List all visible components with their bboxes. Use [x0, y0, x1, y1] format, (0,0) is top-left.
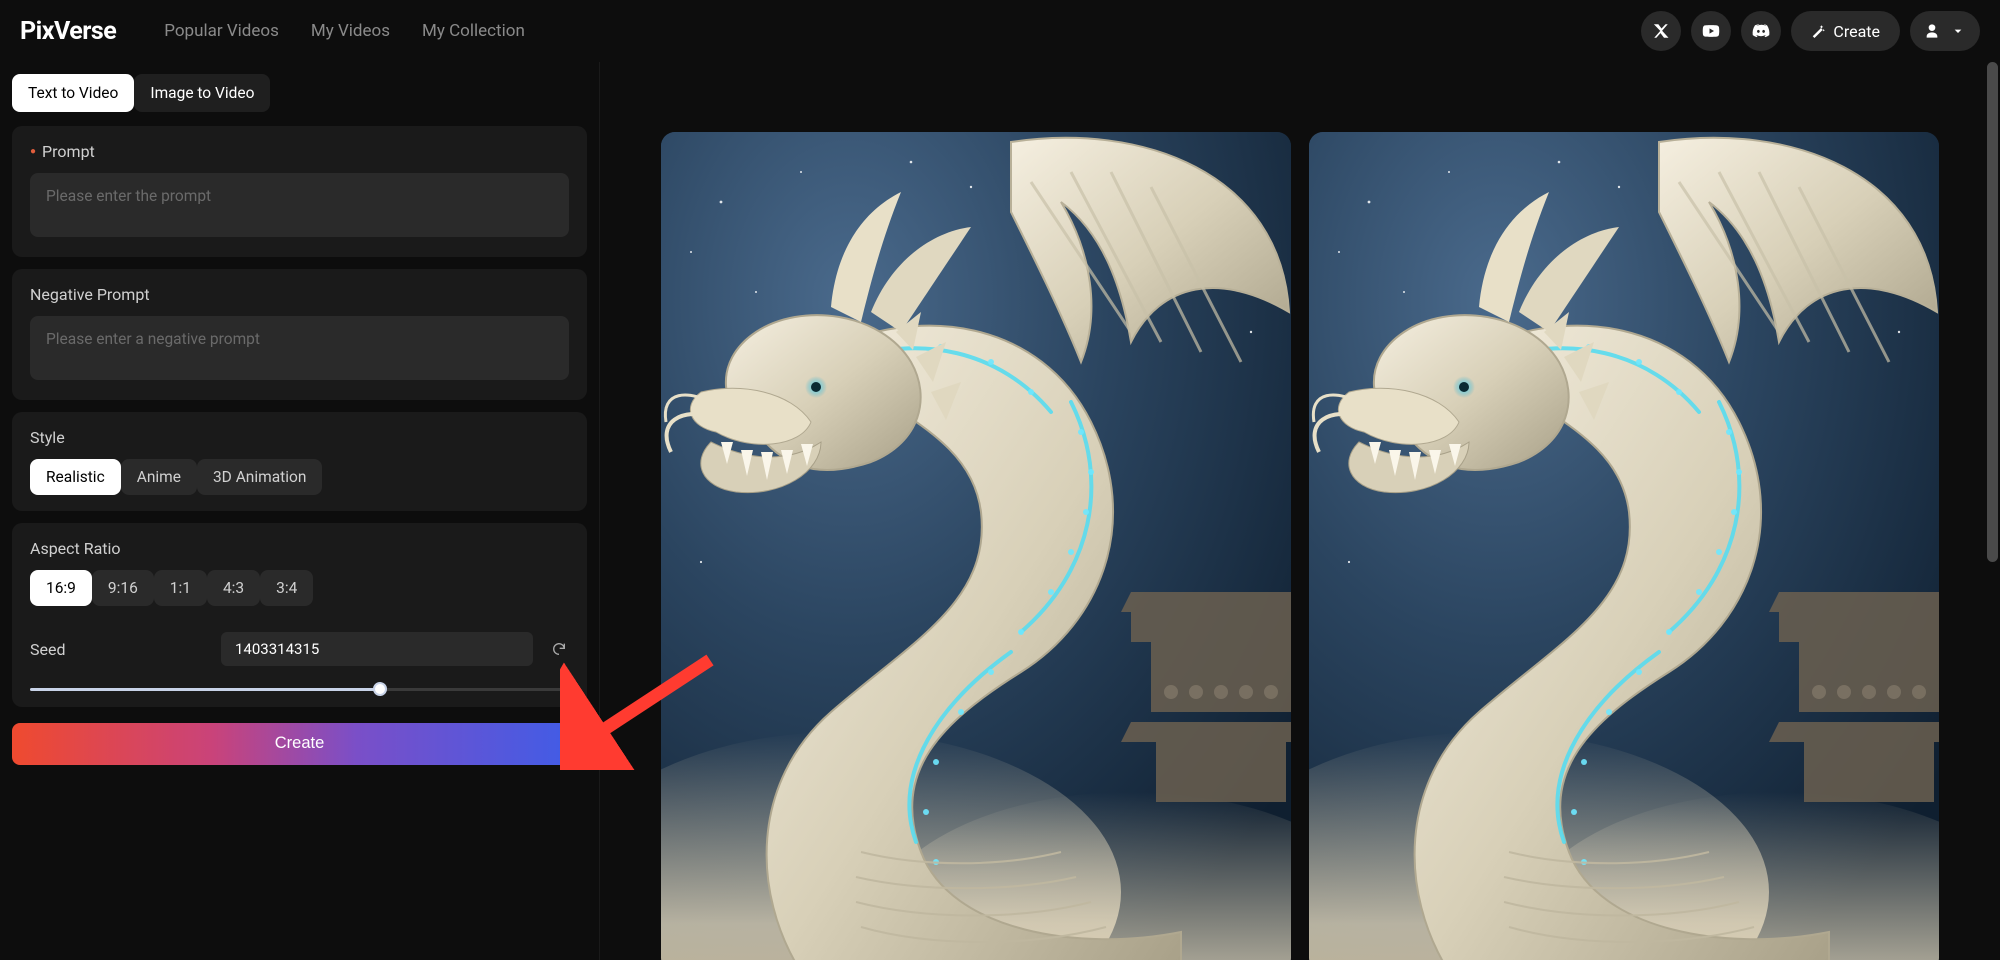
tab-image-to-video[interactable]: Image to Video	[134, 74, 270, 112]
required-indicator: ●	[30, 146, 36, 157]
seed-input[interactable]	[221, 632, 533, 666]
ratio-1-1[interactable]: 1:1	[154, 570, 207, 606]
dragon-illustration	[661, 132, 1291, 960]
negative-prompt-label: Negative Prompt	[30, 285, 569, 304]
negative-prompt-panel: Negative Prompt	[12, 269, 587, 400]
main-nav: Popular Videos My Videos My Collection	[164, 21, 525, 41]
aspect-ratio-label: Aspect Ratio	[30, 539, 569, 558]
seed-slider-thumb[interactable]	[373, 682, 387, 696]
preview-image-2[interactable]	[1309, 132, 1939, 960]
wand-icon	[1811, 24, 1825, 38]
create-button-header[interactable]: Create	[1791, 11, 1900, 51]
nav-my-collection[interactable]: My Collection	[422, 21, 525, 41]
nav-popular-videos[interactable]: Popular Videos	[164, 21, 279, 41]
style-3d-animation[interactable]: 3D Animation	[197, 459, 322, 495]
settings-sidebar: Text to Video Image to Video ● Prompt Ne…	[0, 62, 600, 960]
chevron-down-icon	[1950, 23, 1966, 39]
user-dropdown[interactable]	[1910, 11, 1980, 51]
x-twitter-icon[interactable]	[1641, 11, 1681, 51]
youtube-icon[interactable]	[1691, 11, 1731, 51]
prompt-label: ● Prompt	[30, 142, 569, 161]
prompt-panel: ● Prompt	[12, 126, 587, 257]
aspect-ratio-panel: Aspect Ratio 16:9 9:16 1:1 4:3 3:4 Seed	[12, 523, 587, 707]
ratio-16-9[interactable]: 16:9	[30, 570, 92, 606]
nav-my-videos[interactable]: My Videos	[311, 21, 390, 41]
logo[interactable]: PixVerse	[20, 17, 116, 46]
create-button[interactable]: Create	[12, 723, 587, 765]
prompt-input[interactable]	[30, 173, 569, 237]
style-panel: Style Realistic Anime 3D Animation	[12, 412, 587, 511]
preview-image-1[interactable]	[661, 132, 1291, 960]
create-button-header-label: Create	[1833, 22, 1880, 41]
tab-text-to-video[interactable]: Text to Video	[12, 74, 134, 112]
user-icon	[1924, 23, 1940, 39]
style-label: Style	[30, 428, 569, 447]
scrollbar[interactable]	[1987, 62, 1998, 562]
preview-area	[600, 62, 2000, 960]
seed-slider[interactable]	[30, 688, 569, 691]
style-anime[interactable]: Anime	[121, 459, 197, 495]
seed-refresh-icon[interactable]	[549, 639, 569, 659]
ratio-4-3[interactable]: 4:3	[207, 570, 260, 606]
ratio-3-4[interactable]: 3:4	[260, 570, 313, 606]
mode-tabs: Text to Video Image to Video	[12, 74, 587, 112]
style-realistic[interactable]: Realistic	[30, 459, 121, 495]
seed-label: Seed	[30, 640, 205, 659]
discord-icon[interactable]	[1741, 11, 1781, 51]
dragon-illustration	[1309, 132, 1939, 960]
negative-prompt-input[interactable]	[30, 316, 569, 380]
ratio-9-16[interactable]: 9:16	[92, 570, 154, 606]
